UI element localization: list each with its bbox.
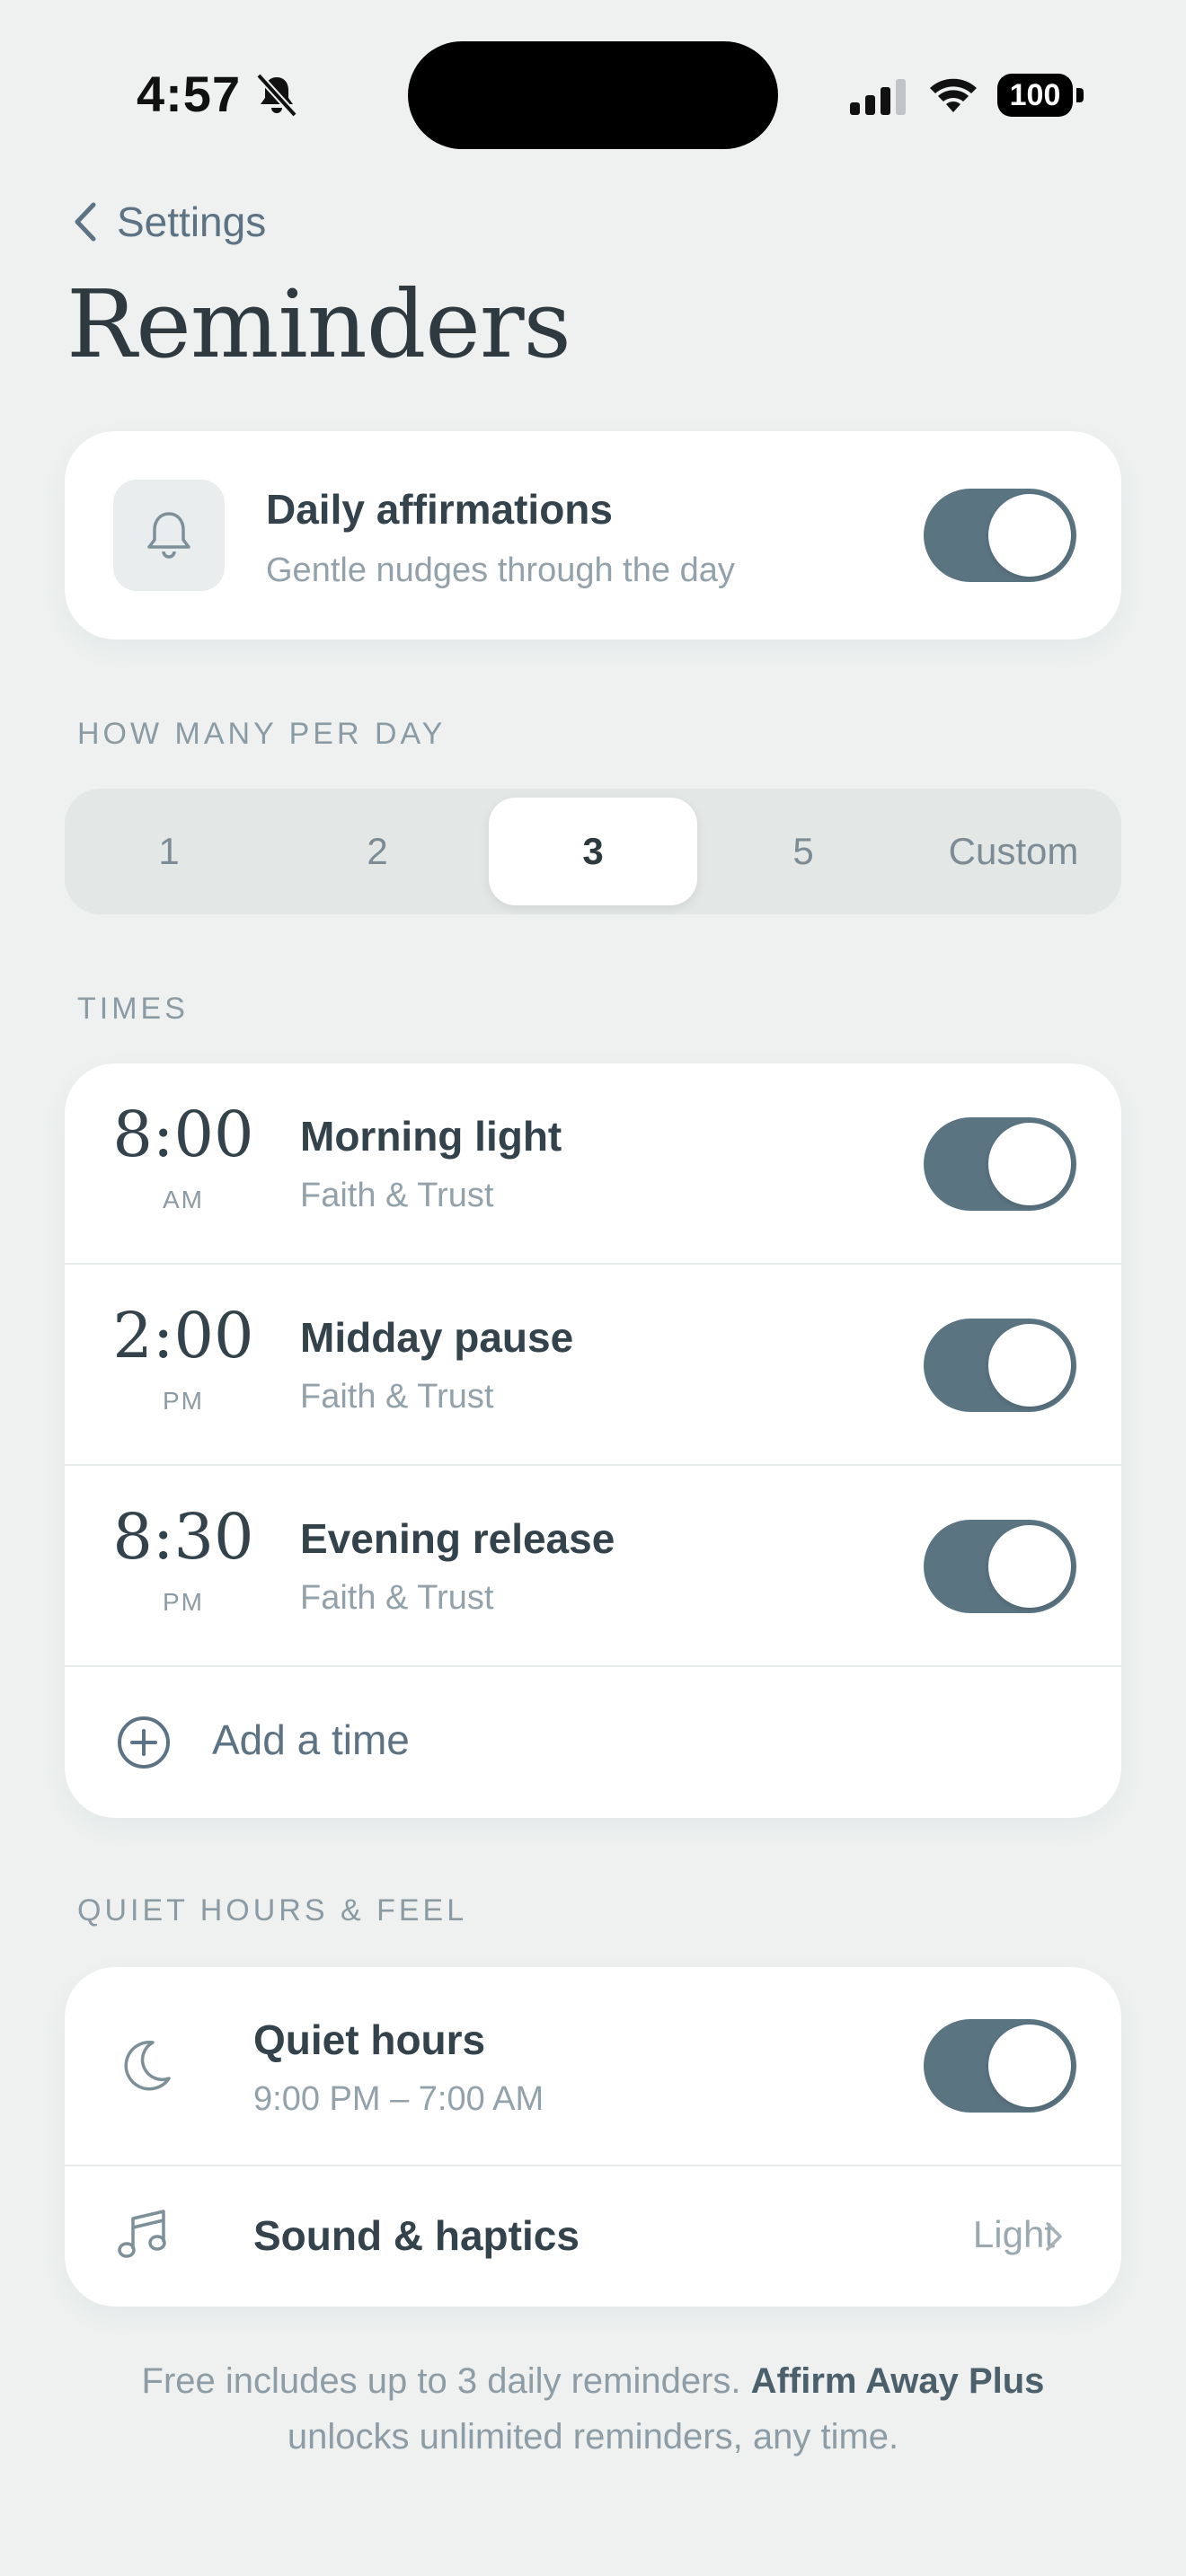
quiet-hours-card: Quiet hours 9:00 PM – 7:00 AM Sound & ha… bbox=[65, 1967, 1121, 2307]
quiet-hours-row[interactable]: Quiet hours 9:00 PM – 7:00 AM bbox=[65, 1967, 1121, 2165]
time-value: 8:30 bbox=[112, 1500, 254, 1574]
battery-level: 100 bbox=[997, 74, 1073, 117]
time-meridiem: AM bbox=[163, 1186, 204, 1213]
dynamic-island bbox=[408, 41, 778, 149]
bell-icon-tile bbox=[113, 480, 225, 591]
sound-haptics-row[interactable]: Sound & haptics Light bbox=[65, 2166, 1121, 2307]
time-meridiem: PM bbox=[163, 1387, 204, 1415]
time-row[interactable]: 8:30 PM Evening release Faith & Trust bbox=[65, 1466, 1121, 1665]
time-row-toggle[interactable] bbox=[924, 1520, 1076, 1613]
footnote-brand-link[interactable]: Affirm Away Plus bbox=[751, 2361, 1045, 2401]
footnote-part2: unlocks unlimited reminders, any time. bbox=[287, 2417, 899, 2457]
time-row-category: Faith & Trust bbox=[300, 1378, 494, 1416]
time-row[interactable]: 8:00 AM Morning light Faith & Trust bbox=[65, 1063, 1121, 1263]
quiet-hours-title: Quiet hours bbox=[253, 2016, 486, 2063]
per-day-segmented-control: 1 2 3 5 Custom bbox=[65, 789, 1121, 914]
time-value: 2:00 bbox=[112, 1299, 254, 1372]
time-row-category: Faith & Trust bbox=[300, 1177, 494, 1214]
segment-option-3-selected[interactable]: 3 bbox=[489, 798, 697, 905]
add-time-label: Add a time bbox=[212, 1716, 410, 1763]
time-row-toggle[interactable] bbox=[924, 1319, 1076, 1412]
time-row-title: Morning light bbox=[300, 1113, 562, 1160]
daily-affirmations-title: Daily affirmations bbox=[266, 486, 613, 533]
sound-haptics-value: Light bbox=[972, 2213, 1055, 2255]
cellular-signal-icon bbox=[850, 79, 906, 115]
time-row-title: Evening release bbox=[300, 1515, 615, 1562]
daily-affirmations-subtitle: Gentle nudges through the day bbox=[266, 551, 735, 589]
segment-option-custom[interactable]: Custom bbox=[906, 789, 1121, 914]
add-time-button[interactable]: Add a time bbox=[65, 1667, 1121, 1818]
battery-indicator: 100 bbox=[997, 74, 1084, 117]
sound-haptics-title: Sound & haptics bbox=[253, 2212, 580, 2259]
plus-circle-icon bbox=[118, 1716, 170, 1769]
segment-option-1[interactable]: 1 bbox=[65, 789, 273, 914]
quiet-hours-range: 9:00 PM – 7:00 AM bbox=[253, 2080, 544, 2118]
bell-off-icon bbox=[256, 73, 297, 118]
moon-icon bbox=[124, 2040, 171, 2091]
back-label: Settings bbox=[117, 198, 267, 245]
footnote-part1: Free includes up to 3 daily reminders. bbox=[141, 2361, 741, 2401]
quiet-hours-toggle[interactable] bbox=[924, 2019, 1076, 2113]
daily-affirmations-card: Daily affirmations Gentle nudges through… bbox=[65, 431, 1121, 640]
bell-icon bbox=[147, 512, 190, 559]
time-value: 8:00 bbox=[112, 1098, 254, 1171]
section-label-quiet-hours: QUIET HOURS & FEEL bbox=[77, 1893, 468, 1928]
music-note-icon bbox=[118, 2210, 166, 2258]
plan-footnote: Free includes up to 3 daily reminders. A… bbox=[65, 2353, 1121, 2465]
time-row[interactable]: 2:00 PM Midday pause Faith & Trust bbox=[65, 1265, 1121, 1464]
times-card: 8:00 AM Morning light Faith & Trust 2:00… bbox=[65, 1063, 1121, 1818]
section-label-times: TIMES bbox=[77, 992, 189, 1026]
time-row-category: Faith & Trust bbox=[300, 1579, 494, 1617]
segment-option-5[interactable]: 5 bbox=[699, 789, 907, 914]
status-time: 4:57 bbox=[137, 66, 242, 122]
time-meridiem: PM bbox=[163, 1588, 204, 1616]
chevron-right-icon bbox=[1046, 2222, 1062, 2251]
back-button[interactable]: Settings bbox=[72, 198, 266, 246]
daily-affirmations-toggle[interactable] bbox=[924, 489, 1076, 582]
segment-option-2[interactable]: 2 bbox=[273, 789, 482, 914]
section-label-per-day: HOW MANY PER DAY bbox=[77, 717, 447, 751]
page-title: Reminders bbox=[66, 269, 571, 379]
time-row-toggle[interactable] bbox=[924, 1117, 1076, 1211]
chevron-left-icon bbox=[75, 202, 96, 242]
wifi-icon bbox=[930, 78, 977, 112]
time-row-title: Midday pause bbox=[300, 1314, 574, 1361]
